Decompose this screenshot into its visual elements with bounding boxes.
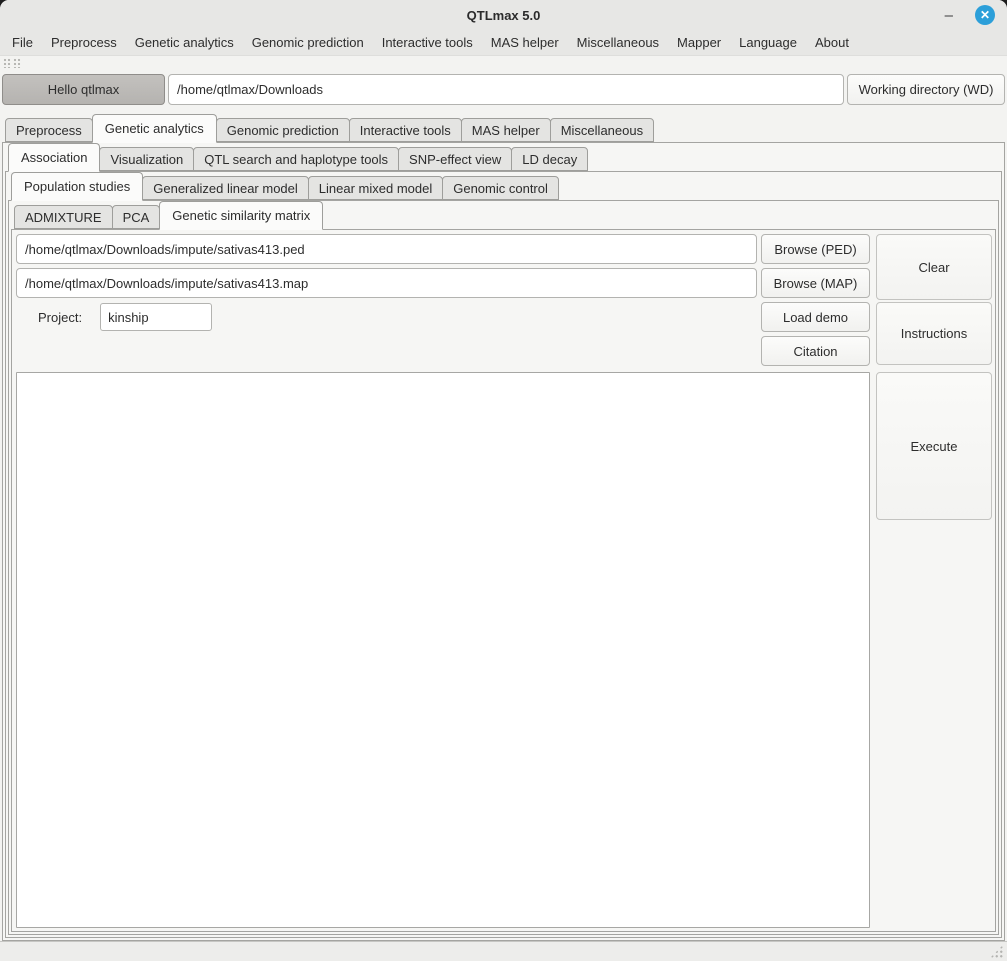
working-directory-input[interactable]: [168, 74, 844, 105]
load-demo-button[interactable]: Load demo: [761, 302, 870, 332]
toolbar-grip-icon[interactable]: [3, 58, 11, 68]
browse-map-button[interactable]: Browse (MAP): [761, 268, 870, 298]
project-input[interactable]: [100, 303, 212, 331]
tab-qtl-search-and-haplotype-tools[interactable]: QTL search and haplotype tools: [193, 147, 399, 171]
tab-bar-level1: PreprocessGenetic analyticsGenomic predi…: [0, 117, 1007, 142]
window-title: QTLmax 5.0: [0, 8, 1007, 23]
window-controls: – ✕: [945, 5, 1007, 25]
instructions-button[interactable]: Instructions: [876, 302, 992, 365]
tab-visualization[interactable]: Visualization: [99, 147, 194, 171]
tab-generalized-linear-model[interactable]: Generalized linear model: [142, 176, 309, 200]
tab-association[interactable]: Association: [8, 143, 100, 172]
map-file-input[interactable]: [16, 268, 757, 298]
tab-snp-effect-view[interactable]: SNP-effect view: [398, 147, 512, 171]
status-bar: [0, 941, 1007, 961]
menu-item-about[interactable]: About: [806, 30, 858, 56]
title-bar: QTLmax 5.0 – ✕: [0, 0, 1007, 30]
project-label: Project:: [38, 310, 82, 325]
clear-button[interactable]: Clear: [876, 234, 992, 300]
pane-genetic-analytics: AssociationVisualizationQTL search and h…: [2, 142, 1005, 941]
tab-genetic-analytics[interactable]: Genetic analytics: [92, 114, 217, 143]
browse-ped-button[interactable]: Browse (PED): [761, 234, 870, 264]
tab-admixture[interactable]: ADMIXTURE: [14, 205, 113, 229]
file-input-grid: Browse (PED) Browse (MAP) Project: Load …: [16, 234, 870, 366]
spacer: [16, 336, 757, 366]
menu-item-language[interactable]: Language: [730, 30, 806, 56]
close-icon: ✕: [980, 8, 990, 22]
toolbar-row: Hello qtlmax Working directory (WD): [2, 74, 1005, 105]
tab-miscellaneous[interactable]: Miscellaneous: [550, 118, 654, 142]
resize-grip-icon[interactable]: [990, 945, 1003, 958]
pane-genetic-similarity-matrix: Browse (PED) Browse (MAP) Project: Load …: [11, 229, 996, 932]
working-directory-button[interactable]: Working directory (WD): [847, 74, 1005, 105]
tab-bar-level2: AssociationVisualizationQTL search and h…: [5, 146, 1002, 171]
menu-bar: FilePreprocessGenetic analyticsGenomic p…: [0, 30, 1007, 56]
menu-item-genomic-prediction[interactable]: Genomic prediction: [243, 30, 373, 56]
toolbar: Hello qtlmax Working directory (WD): [0, 56, 1007, 117]
tab-genomic-control[interactable]: Genomic control: [442, 176, 559, 200]
app-window: QTLmax 5.0 – ✕ FilePreprocessGenetic ana…: [0, 0, 1007, 961]
menu-item-interactive-tools[interactable]: Interactive tools: [373, 30, 482, 56]
hello-qtlmax-button[interactable]: Hello qtlmax: [2, 74, 165, 105]
menu-item-genetic-analytics[interactable]: Genetic analytics: [126, 30, 243, 56]
tab-population-studies[interactable]: Population studies: [11, 172, 143, 201]
output-console[interactable]: [16, 372, 870, 928]
tab-genetic-similarity-matrix[interactable]: Genetic similarity matrix: [159, 201, 323, 230]
tab-mas-helper[interactable]: MAS helper: [461, 118, 551, 142]
project-row: Project:: [16, 302, 757, 332]
pane-association: Population studiesGeneralized linear mod…: [5, 171, 1002, 938]
close-button[interactable]: ✕: [975, 5, 995, 25]
minimize-button[interactable]: –: [945, 8, 953, 23]
menu-item-file[interactable]: File: [3, 30, 42, 56]
menu-item-mas-helper[interactable]: MAS helper: [482, 30, 568, 56]
tab-genomic-prediction[interactable]: Genomic prediction: [216, 118, 350, 142]
action-column: Clear Instructions Execute: [876, 234, 992, 928]
menu-item-miscellaneous[interactable]: Miscellaneous: [568, 30, 668, 56]
tab-interactive-tools[interactable]: Interactive tools: [349, 118, 462, 142]
tab-ld-decay[interactable]: LD decay: [511, 147, 588, 171]
form-area: Browse (PED) Browse (MAP) Project: Load …: [16, 234, 870, 928]
ped-file-input[interactable]: [16, 234, 757, 264]
menu-item-preprocess[interactable]: Preprocess: [42, 30, 126, 56]
execute-button[interactable]: Execute: [876, 372, 992, 520]
tab-bar-level3: Population studiesGeneralized linear mod…: [8, 175, 999, 200]
tab-pca[interactable]: PCA: [112, 205, 161, 229]
pane-population-studies: ADMIXTUREPCAGenetic similarity matrix Br…: [8, 200, 999, 935]
tab-linear-mixed-model[interactable]: Linear mixed model: [308, 176, 443, 200]
toolbar-grip-icon[interactable]: [13, 58, 21, 68]
tab-preprocess[interactable]: Preprocess: [5, 118, 93, 142]
citation-button[interactable]: Citation: [761, 336, 870, 366]
tab-bar-level4: ADMIXTUREPCAGenetic similarity matrix: [11, 204, 996, 229]
menu-item-mapper[interactable]: Mapper: [668, 30, 730, 56]
